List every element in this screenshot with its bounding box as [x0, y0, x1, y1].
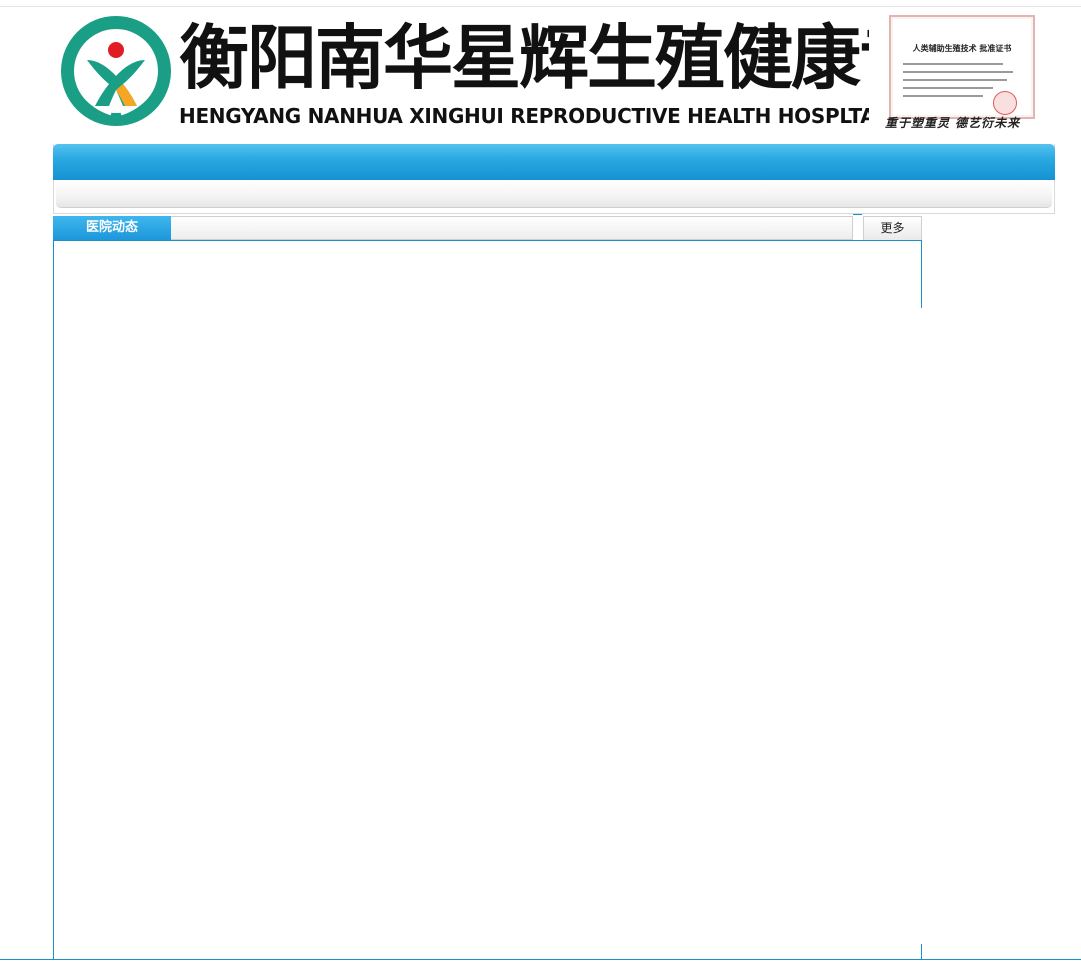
news-panel-left-border — [53, 240, 54, 959]
certificate-heading: 人类辅助生殖技术 批准证书 — [912, 43, 1012, 53]
hospital-logo-icon[interactable] — [59, 14, 173, 128]
hospital-name-en: HENGYANG NANHUA XINGHUI REPRODUCTIVE HEA… — [179, 104, 869, 128]
site-header: 衡阳南华星辉生殖健康专科医院 HENGYANG NANHUA XINGHUI R… — [55, 8, 1045, 136]
certificate-text-line — [903, 71, 1013, 73]
more-button[interactable]: 更多 — [863, 216, 922, 240]
news-panel-tabstrip — [53, 216, 853, 240]
top-divider — [0, 6, 1081, 7]
bottom-divider — [0, 959, 1081, 960]
hospital-slogan: 重于塑重灵 德艺衍未来 — [885, 116, 1021, 130]
hospital-name-cn: 衡阳南华星辉生殖健康专科医院 — [179, 16, 869, 99]
news-panel-content — [54, 241, 921, 959]
certificate-seal-icon — [993, 91, 1017, 115]
main-navigation-bar[interactable] — [53, 144, 1055, 180]
tabstrip-edge-mark — [853, 214, 862, 215]
sub-navigation-bar[interactable] — [56, 181, 1052, 208]
certificate-text-line — [903, 79, 1007, 81]
certificate-text-line — [903, 63, 1003, 65]
approval-certificate-image: 人类辅助生殖技术 批准证书 — [889, 15, 1035, 119]
news-panel-right-border — [921, 240, 922, 308]
news-panel-right-border-lower — [921, 944, 922, 960]
certificate-text-line — [903, 87, 993, 89]
tab-hospital-news[interactable]: 医院动态 — [53, 216, 171, 240]
certificate-text-line — [903, 95, 983, 97]
